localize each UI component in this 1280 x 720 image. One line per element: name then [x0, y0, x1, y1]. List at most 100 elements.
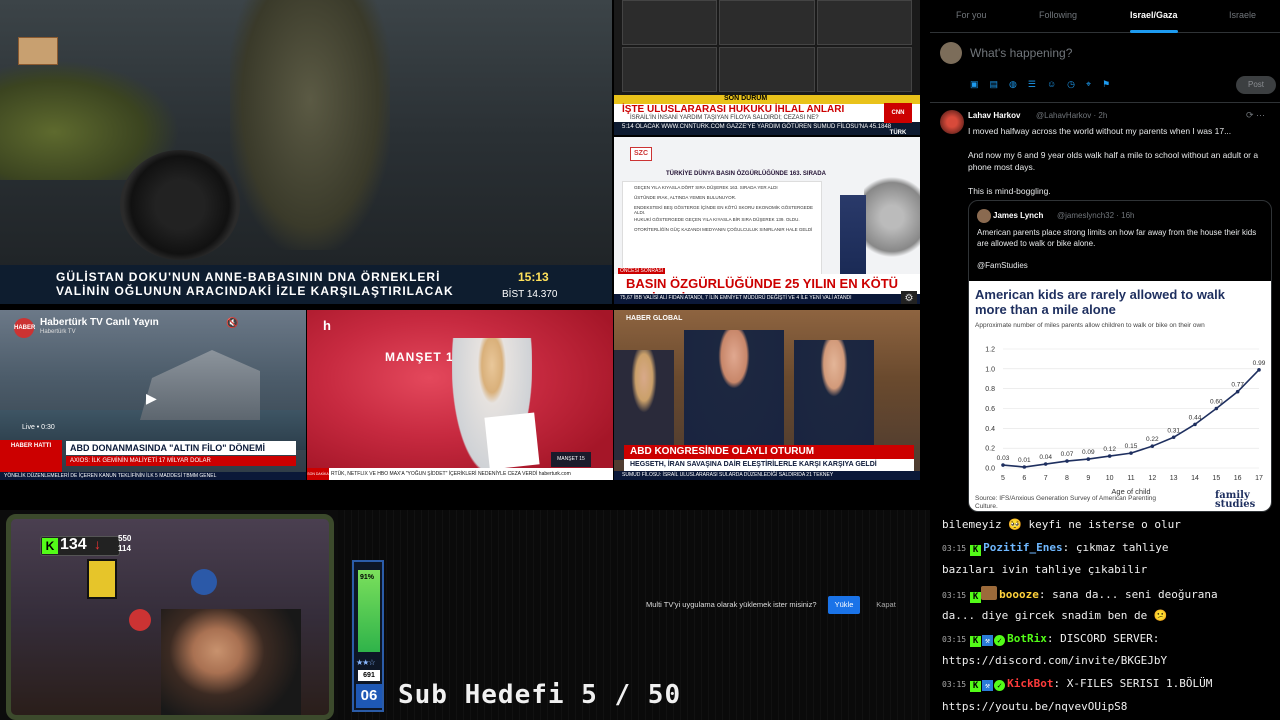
- poll-icon[interactable]: ☰: [1028, 79, 1047, 89]
- woman-figure: [614, 350, 674, 460]
- chat-timestamp: 03:15: [942, 634, 967, 644]
- gif-icon[interactable]: ▤: [990, 79, 1010, 89]
- data-label: 0.22: [1146, 436, 1159, 443]
- chat-message: da... diye gircek snadim ben de 😕: [942, 609, 1168, 622]
- data-point: [1193, 422, 1197, 427]
- y-tick-label: 0.4: [985, 426, 995, 433]
- haberturk-logo: h: [323, 318, 331, 333]
- tab-israel-gaza[interactable]: Israel/Gaza: [1130, 10, 1178, 20]
- chat-username[interactable]: BotRix: [1007, 632, 1047, 645]
- flag-icon[interactable]: ⚑: [1102, 79, 1121, 89]
- chat-message: bazıları ivin tahliye çıkabilir: [942, 563, 1147, 576]
- mute-icon[interactable]: 🔇: [226, 318, 238, 329]
- haber-global-logo: HABER GLOBAL: [626, 315, 683, 322]
- data-label: 0.99: [1253, 360, 1266, 367]
- sticker: [191, 569, 217, 595]
- board-line: GEÇEN YILA KIYASLA DÖRT SIRA DÜŞEREK 163…: [634, 185, 778, 190]
- data-label: 0.03: [997, 455, 1010, 462]
- speaker-figure: [684, 330, 784, 460]
- quoted-tweet[interactable]: James Lynch @jameslynch32 · 16h American…: [968, 200, 1272, 512]
- tv1-bist: BİST 14.370: [502, 289, 558, 300]
- cnn-logo: CNN TÜRK: [884, 103, 912, 135]
- chart-title: American kids are rarely allowed to walk…: [975, 287, 1226, 317]
- tab-for-you[interactable]: For you: [956, 10, 987, 20]
- chat-separator: :: [1046, 631, 1061, 645]
- chat-timestamp: 03:15: [942, 679, 967, 689]
- author-handle[interactable]: @LahavHarkov · 2h: [1036, 111, 1107, 120]
- tweet-text: I moved halfway across the world without…: [968, 126, 1259, 196]
- active-tab-indicator: [1130, 30, 1178, 33]
- presenter-figure: [840, 195, 866, 275]
- tv2-subheadline: İSRAİL'İN İNSANİ YARDIM TAŞIYAN FİLOYA S…: [630, 115, 819, 121]
- channel-title[interactable]: Habertürk TV Canlı Yayın: [40, 317, 159, 328]
- tv-panel-3[interactable]: SZC TÜRKİYE DÜNYA BASIN ÖZGÜRLÜĞÜNDE 163…: [614, 137, 920, 304]
- video-cell: [719, 47, 815, 92]
- stat-value: 114: [118, 544, 131, 553]
- tab-israele[interactable]: Israele: [1229, 10, 1256, 20]
- compose-input[interactable]: What's happening?: [970, 46, 1072, 60]
- tv-panel-1[interactable]: GÜLİSTAN DOKU'NUN ANNE-BABASININ DNA ÖRN…: [0, 0, 612, 304]
- y-tick-label: 1.2: [985, 347, 995, 354]
- y-tick-label: 0.2: [985, 446, 995, 453]
- author-name[interactable]: Lahav Harkov: [968, 111, 1020, 120]
- data-point: [1001, 463, 1005, 467]
- close-button[interactable]: Kapat: [868, 596, 904, 614]
- chart-image[interactable]: American kids are rarely allowed to walk…: [969, 281, 1271, 511]
- data-point: [1086, 457, 1091, 461]
- tv-panel-5[interactable]: h MANŞET 15 MANŞET 15 RTÜK, NETFLIX VE H…: [307, 310, 613, 480]
- tv-panel-2[interactable]: SON DURUM İŞTE ULUSLARARASI HUKUKU İHLAL…: [614, 0, 920, 135]
- twitter-panel: For you Following Israel/Gaza Israele Wh…: [930, 0, 1280, 512]
- chat-message: bilemeyiz 🥺 keyfi ne isterse o olur: [942, 518, 1181, 531]
- chat-text: sana da... seni deoğurana: [1052, 588, 1218, 602]
- x-tick-label: 8: [1065, 475, 1069, 482]
- grok-icon[interactable]: ◍: [1009, 79, 1028, 89]
- tv-panel-4[interactable]: HABER Habertürk TV Canlı Yayın Habertürk…: [0, 310, 306, 480]
- son-durum-label: SON DURUM: [724, 95, 768, 102]
- moderator-badge-icon: ⚒: [982, 634, 994, 646]
- y-tick-label: 0.8: [985, 386, 995, 393]
- grok-icon[interactable]: ⟳ ⋯: [1246, 110, 1265, 121]
- chat-text: çıkmaz tahliye: [1075, 540, 1169, 554]
- avatar[interactable]: [940, 110, 964, 134]
- star-icon: ★★☆: [356, 658, 375, 667]
- tab-bar: For you Following Israel/Gaza Israele: [930, 0, 1280, 33]
- avatar[interactable]: [940, 42, 962, 64]
- schedule-icon[interactable]: ◷: [1067, 79, 1086, 89]
- data-label: 0.09: [1082, 449, 1095, 456]
- chat-text: bazıları ivin tahliye çıkabilir: [942, 563, 1148, 577]
- chat-username[interactable]: boooze: [999, 588, 1039, 601]
- tv3-ticker: 75,67 İBB VALİSİ ALİ FIDAN ATANDI, 7 İLİ…: [620, 295, 852, 301]
- moderator-badge-icon: ⚒: [982, 679, 994, 691]
- install-button[interactable]: Yükle: [828, 596, 860, 614]
- warship: [140, 350, 260, 420]
- video-cell: [622, 0, 718, 45]
- data-label: 0.44: [1189, 414, 1202, 421]
- tv4-headline: ABD DONANMASINDA "ALTIN FİLO" DÖNEMİ: [66, 441, 296, 455]
- tv4-ticker: YÖNELİK DÜZENLEMELERİ DE İÇEREN KANUN TE…: [0, 472, 306, 480]
- quoted-author-handle: @jameslynch32 · 16h: [1057, 211, 1135, 220]
- install-message: Multi TV'yi uygulama olarak yüklemek ist…: [646, 600, 817, 609]
- chat-username[interactable]: KickBot: [1007, 677, 1053, 690]
- data-point: [1129, 451, 1133, 455]
- image-icon[interactable]: ▣: [970, 79, 990, 89]
- stat-value: 550: [118, 534, 132, 543]
- szc-logo: SZC: [630, 147, 652, 161]
- chat-message: https://youtu.be/nqvevOUipS8: [942, 700, 1127, 713]
- post-button[interactable]: Post: [1236, 76, 1276, 94]
- install-prompt: Multi TV'yi uygulama olarak yüklemek ist…: [640, 596, 910, 616]
- x-tick-label: 6: [1022, 475, 1026, 482]
- play-icon[interactable]: ▶: [146, 390, 157, 407]
- location-icon[interactable]: ⌖: [1086, 79, 1102, 89]
- chat-timestamp: 03:15: [942, 543, 967, 553]
- manset-title: MANŞET 15: [385, 350, 462, 364]
- meter-day: 06: [356, 684, 382, 708]
- tab-following[interactable]: Following: [1039, 10, 1077, 20]
- tv-panel-6[interactable]: HABER GLOBAL ABD KONGRESİNDE OLAYLI OTUR…: [614, 310, 920, 480]
- verified-badge-icon: ✓: [994, 679, 1006, 691]
- emoji-icon[interactable]: ☺: [1047, 79, 1067, 89]
- chat-username[interactable]: Pozitif_Enes: [983, 541, 1062, 554]
- divider: [930, 102, 1280, 103]
- chain-graphic: [864, 167, 920, 267]
- tv4-subheadline: AXIOS: İLK GEMİNİN MALİYETİ 17 MİLYAR DO…: [66, 456, 296, 466]
- gear-icon[interactable]: ⚙: [901, 291, 917, 304]
